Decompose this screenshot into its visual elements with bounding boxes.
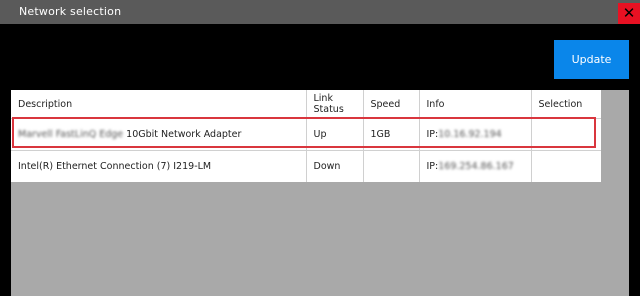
column-header-description[interactable]: Description (11, 90, 306, 119)
column-header-selection[interactable]: Selection (530, 90, 601, 119)
table-row[interactable]: Intel(R) Ethernet Connection (7) I219-LM… (11, 150, 601, 182)
ip-address-redacted: 10.16.92.194 (438, 129, 502, 140)
speed-cell (362, 150, 419, 182)
update-button[interactable]: Update (554, 40, 629, 79)
link-status-cell: Up (305, 118, 363, 151)
link-status-header-line2: Status (313, 104, 344, 115)
link-status-header-line1: Link (313, 93, 333, 104)
description-text: Intel(R) Ethernet Connection (7) I219-LM (18, 161, 212, 172)
ip-address-redacted: 169.254.86.167 (438, 161, 514, 172)
speed-cell: 1GB (362, 118, 419, 151)
network-adapter-table: Description Link Status Speed Info Select… (11, 90, 601, 182)
link-status-cell: Down (305, 150, 363, 182)
info-label: IP: (426, 129, 439, 140)
info-label: IP: (426, 161, 439, 172)
column-header-info[interactable]: Info (418, 90, 531, 119)
description-cell: Marvell FastLinQ Edge 10Gbit Network Ada… (11, 118, 306, 151)
column-header-speed[interactable]: Speed (362, 90, 419, 119)
network-selection-window: Network selection ✕ Update Description L… (0, 0, 640, 296)
column-header-link-status[interactable]: Link Status (305, 90, 363, 119)
window-title: Network selection (19, 5, 122, 18)
selection-cell[interactable] (530, 150, 601, 182)
description-redacted: Marvell FastLinQ Edge (18, 129, 124, 140)
description-text: 10Gbit Network Adapter (123, 129, 242, 140)
table-header-row: Description Link Status Speed Info Select… (11, 90, 601, 119)
close-icon: ✕ (622, 4, 636, 22)
title-bar: Network selection ✕ (0, 0, 640, 24)
description-cell: Intel(R) Ethernet Connection (7) I219-LM (11, 150, 306, 182)
info-cell: IP:169.254.86.167 (418, 150, 531, 182)
close-button[interactable]: ✕ (618, 3, 640, 24)
table-row[interactable]: Marvell FastLinQ Edge 10Gbit Network Ada… (11, 118, 601, 151)
info-cell: IP:10.16.92.194 (418, 118, 531, 151)
selection-cell[interactable] (530, 118, 601, 151)
